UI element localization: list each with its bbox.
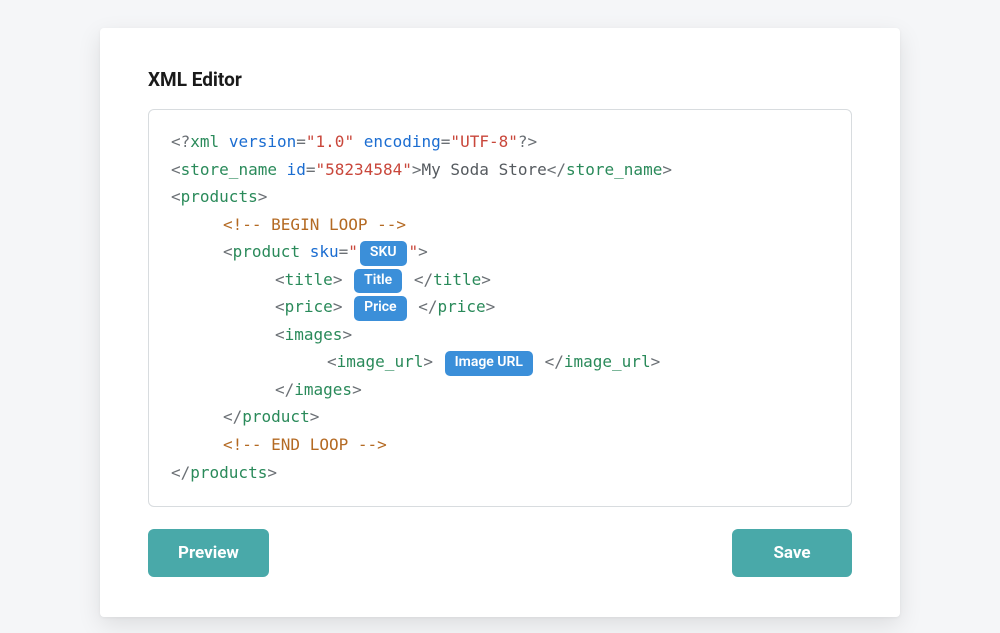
code-line: </product> bbox=[171, 403, 829, 431]
placeholder-chip-image-url[interactable]: Image URL bbox=[445, 351, 533, 376]
button-row: Preview Save bbox=[148, 529, 852, 577]
code-line: <image_url> Image URL </image_url> bbox=[171, 348, 829, 376]
save-button[interactable]: Save bbox=[732, 529, 852, 577]
code-line: </images> bbox=[171, 376, 829, 404]
placeholder-chip-title[interactable]: Title bbox=[354, 269, 402, 294]
preview-button[interactable]: Preview bbox=[148, 529, 269, 577]
code-line: <!-- BEGIN LOOP --> bbox=[171, 211, 829, 239]
placeholder-chip-price[interactable]: Price bbox=[354, 296, 407, 321]
code-line: <product sku="SKU"> bbox=[171, 238, 829, 266]
code-line: <!-- END LOOP --> bbox=[171, 431, 829, 459]
xml-code-editor[interactable]: <?xml version="1.0" encoding="UTF-8"?> <… bbox=[148, 109, 852, 507]
code-line: <title> Title </title> bbox=[171, 266, 829, 294]
placeholder-chip-sku[interactable]: SKU bbox=[360, 241, 407, 266]
code-line: <price> Price </price> bbox=[171, 293, 829, 321]
code-line: </products> bbox=[171, 459, 829, 487]
code-line: <store_name id="58234584">My Soda Store<… bbox=[171, 156, 829, 184]
code-line: <products> bbox=[171, 183, 829, 211]
editor-title: XML Editor bbox=[148, 68, 852, 91]
code-line: <images> bbox=[171, 321, 829, 349]
editor-card: XML Editor <?xml version="1.0" encoding=… bbox=[100, 28, 900, 617]
code-line: <?xml version="1.0" encoding="UTF-8"?> bbox=[171, 128, 829, 156]
